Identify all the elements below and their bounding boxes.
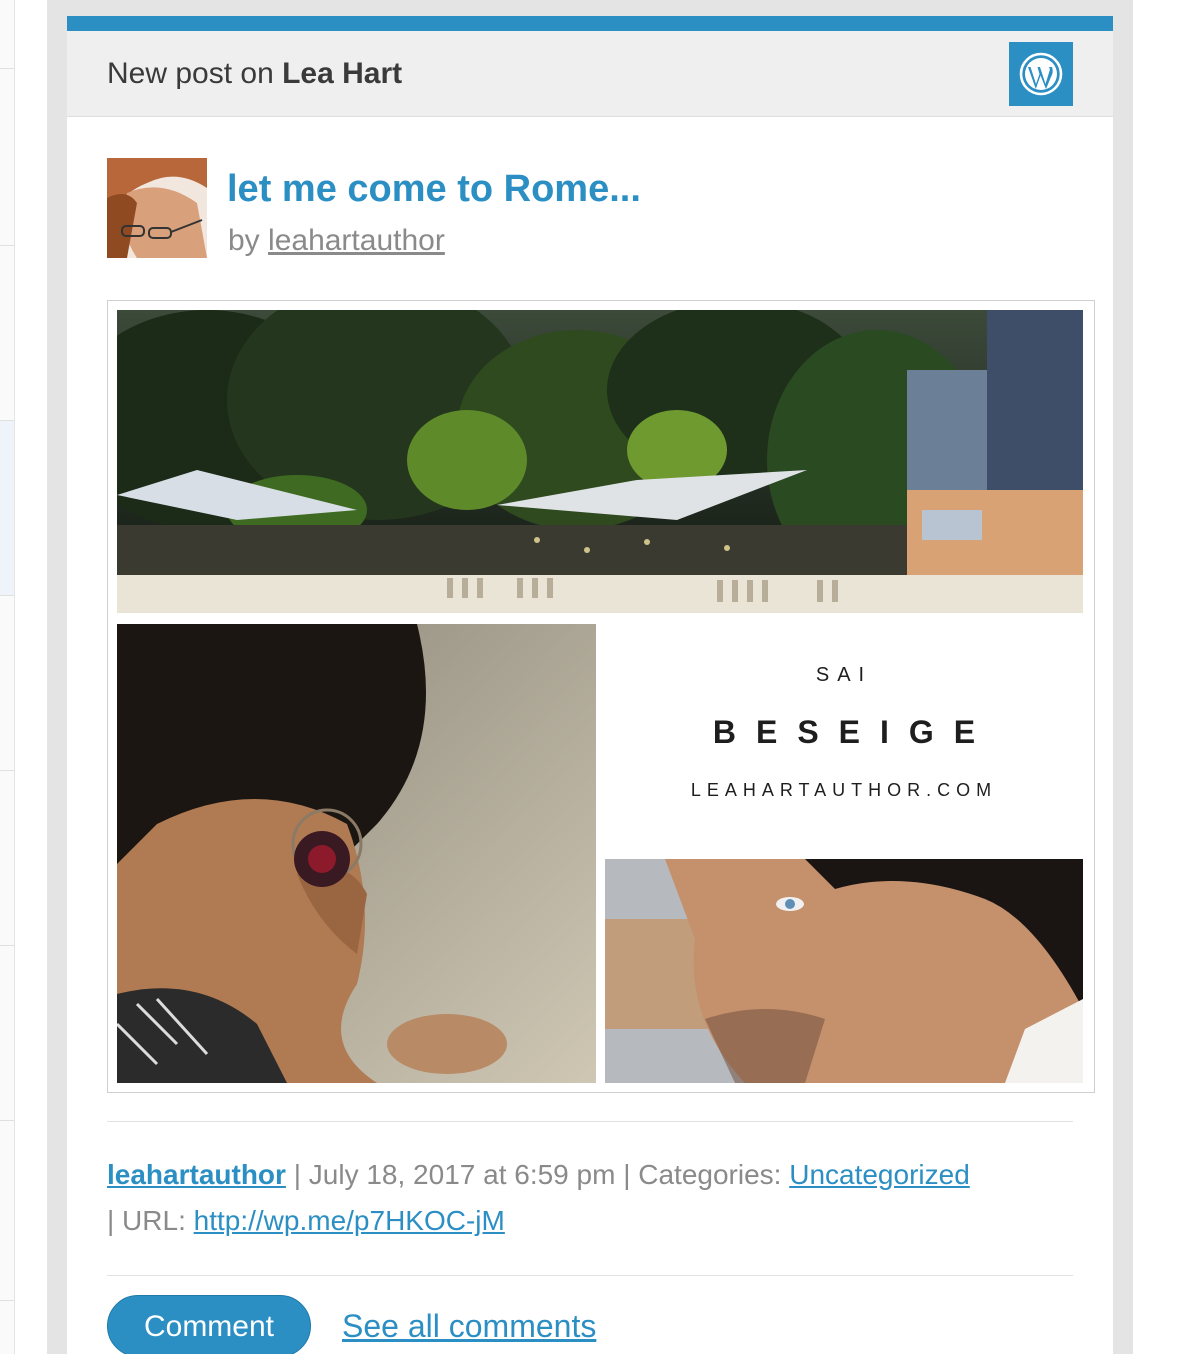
short-url-link[interactable]: http://wp.me/p7HKOC-jM (194, 1205, 505, 1236)
card-header: New post on Lea Hart (67, 31, 1113, 117)
featured-image-collage[interactable]: SAI BESEIGE LEAHARTAUTHOR.COM (107, 300, 1095, 1093)
category-link[interactable]: Uncategorized (789, 1159, 970, 1190)
see-all-comments-link[interactable]: See all comments (342, 1308, 596, 1345)
email-background: New post on Lea Hart let me come to Rome… (47, 0, 1133, 1354)
accent-stripe (67, 16, 1113, 31)
meta-date: | July 18, 2017 at 6:59 pm | Categories: (293, 1159, 782, 1190)
byline: by leahartauthor (228, 224, 445, 258)
by-label: by (228, 224, 260, 257)
author-avatar[interactable] (107, 158, 207, 258)
header-title: New post on Lea Hart (107, 57, 402, 91)
post-title[interactable]: let me come to Rome... (227, 168, 641, 211)
book-title-panel: SAI BESEIGE LEAHARTAUTHOR.COM (605, 624, 1083, 852)
man-portrait-photo (605, 859, 1083, 1083)
notification-card: New post on Lea Hart let me come to Rome… (67, 16, 1113, 1354)
header-prefix: New post on (107, 57, 274, 90)
author-site: LEAHARTAUTHOR.COM (690, 780, 998, 800)
book-title: BESEIGE (712, 714, 996, 750)
post-header: let me come to Rome... by leahartauthor (107, 158, 1067, 258)
meta-author-link[interactable]: leahartauthor (107, 1159, 286, 1190)
left-sidebar-edge (0, 0, 15, 1354)
meta-divider-top (107, 1121, 1073, 1122)
wordpress-icon[interactable] (1009, 42, 1073, 106)
series-label: SAI (815, 664, 873, 686)
site-name[interactable]: Lea Hart (282, 57, 402, 90)
url-label: | URL: (107, 1205, 186, 1236)
post-meta: leahartauthor | July 18, 2017 at 6:59 pm… (107, 1152, 1087, 1244)
author-link[interactable]: leahartauthor (268, 224, 445, 257)
woman-earring-photo (117, 624, 596, 1083)
rome-terrace-photo (117, 310, 1083, 613)
comment-button[interactable]: Comment (107, 1295, 311, 1354)
meta-divider-bottom (107, 1275, 1073, 1276)
